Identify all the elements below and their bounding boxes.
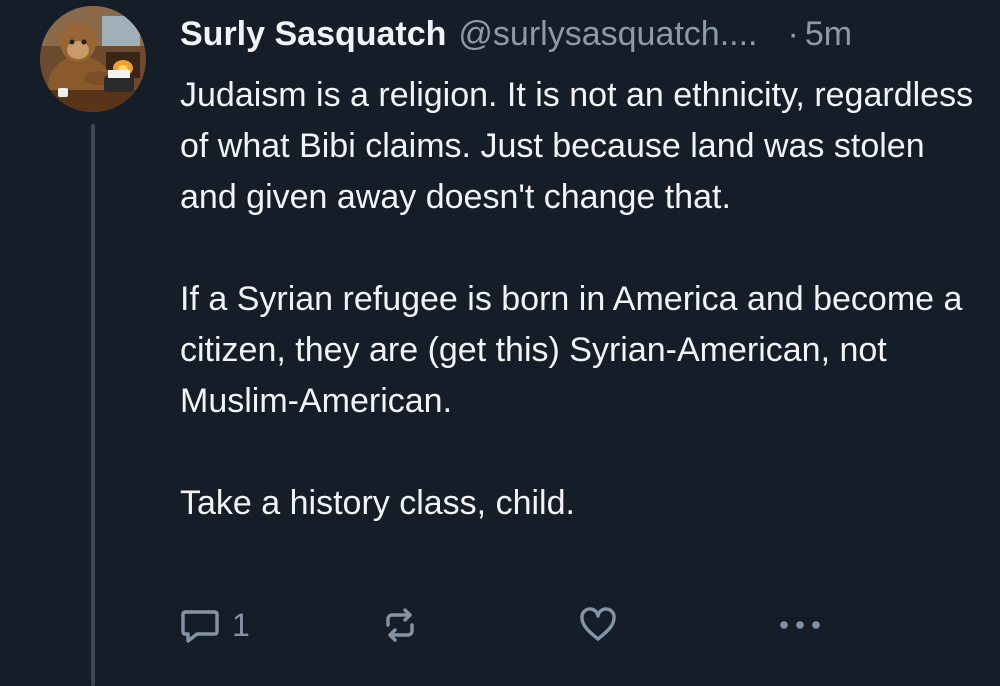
post-paragraph: If a Syrian refugee is born in America a… — [180, 280, 963, 420]
post-header: Surly Sasquatch @surlysasquatch.... · 5m — [180, 12, 852, 56]
more-dots-icon — [780, 621, 820, 629]
reply-count: 1 — [232, 607, 250, 643]
sasquatch-at-typewriter-avatar-icon — [40, 6, 146, 112]
avatar[interactable] — [40, 6, 146, 112]
more-options-button[interactable] — [776, 600, 824, 650]
post-timestamp[interactable]: 5m — [805, 12, 852, 56]
separator-dot: · — [787, 15, 799, 53]
post-paragraph: Judaism is a religion. It is not an ethn… — [180, 76, 974, 216]
post-paragraph: Take a history class, child. — [180, 484, 575, 522]
repost-icon — [386, 608, 414, 642]
post-actions: 1 — [180, 600, 980, 650]
avatar-column — [40, 6, 148, 686]
author-display-name[interactable]: Surly Sasquatch — [180, 12, 446, 56]
post-text: Judaism is a religion. It is not an ethn… — [180, 70, 980, 529]
reply-button[interactable]: 1 — [180, 600, 250, 650]
repost-button[interactable] — [380, 600, 420, 650]
author-handle[interactable]: @surlysasquatch.... — [458, 12, 757, 56]
heart-icon — [580, 607, 616, 641]
like-button[interactable] — [578, 600, 618, 650]
thread-line — [91, 124, 95, 686]
post-card[interactable]: Surly Sasquatch @surlysasquatch.... · 5m… — [0, 0, 1000, 686]
reply-bubble-icon — [181, 610, 219, 643]
